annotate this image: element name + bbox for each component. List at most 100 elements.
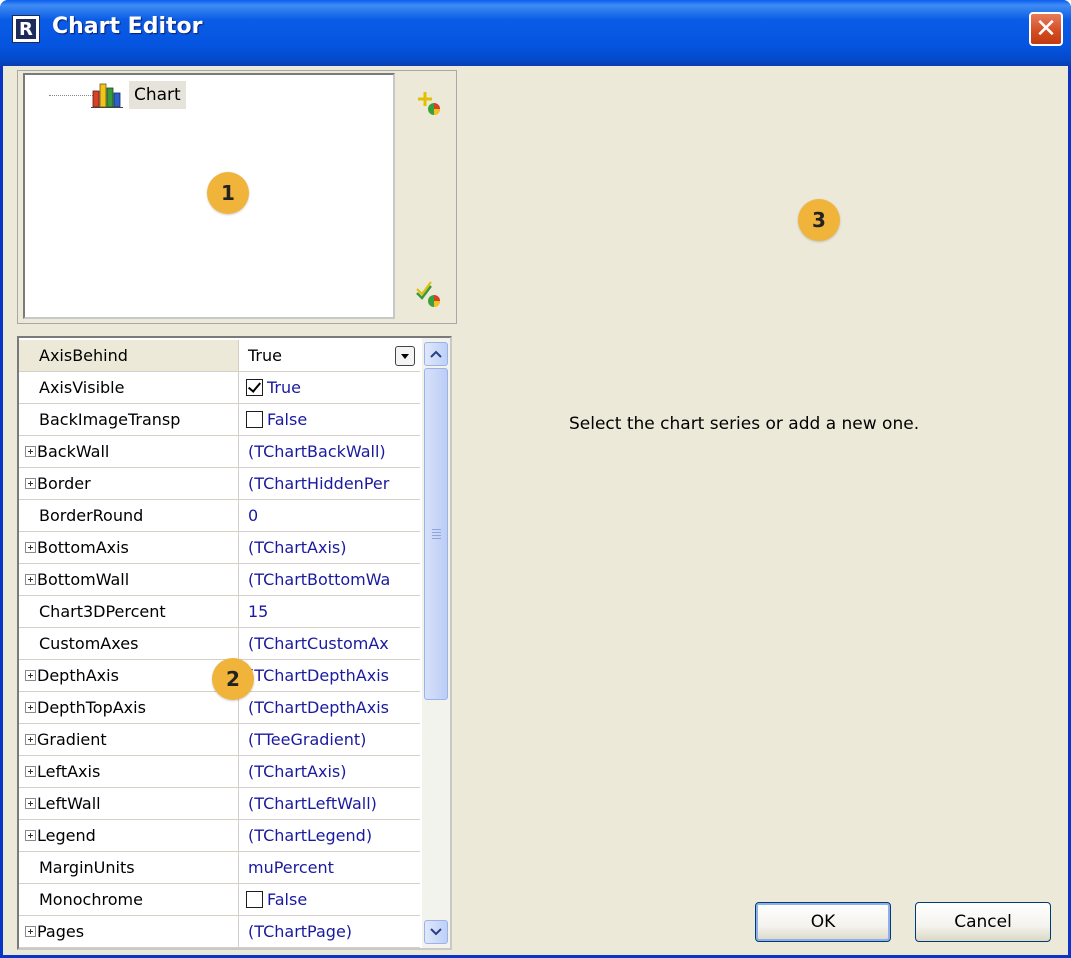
tree-node-chart[interactable]: Chart [129, 81, 186, 109]
property-row[interactable]: Monochrome False [19, 884, 420, 916]
property-value-cell[interactable]: (TChartLegend) [242, 820, 420, 851]
property-value-cell[interactable]: 15 [242, 596, 420, 627]
property-row[interactable]: Gradient (TTeeGradient) [19, 724, 420, 756]
property-value-cell[interactable]: muPercent [242, 852, 420, 883]
property-value-cell[interactable]: True [242, 340, 420, 371]
property-row[interactable]: Chart3DPercent 15 [19, 596, 420, 628]
property-name-cell[interactable]: AxisVisible [19, 372, 239, 403]
expand-plus-icon[interactable] [25, 830, 36, 841]
property-row[interactable]: MarginUnits muPercent [19, 852, 420, 884]
expand-plus-icon[interactable] [25, 542, 36, 553]
expand-plus-icon[interactable] [25, 702, 36, 713]
property-row[interactable]: Pages (TChartPage) [19, 916, 420, 948]
property-value-cell[interactable]: (TChartBottomWa [242, 564, 420, 595]
property-grid-scrollbar[interactable] [422, 338, 450, 948]
property-value-cell[interactable]: (TChartAxis) [242, 756, 420, 787]
property-value-cell[interactable]: (TChartCustomAx [242, 628, 420, 659]
scroll-thumb[interactable] [424, 368, 448, 700]
close-button[interactable]: ✕ [1029, 12, 1063, 46]
property-name-cell[interactable]: BackWall [19, 436, 239, 467]
property-grid[interactable]: AxisBehind True AxisVisible True BackImageTr… [17, 336, 452, 950]
property-value-cell[interactable]: (TChartHiddenPer [242, 468, 420, 499]
property-value-cell[interactable]: (TChartDepthAxis [242, 660, 420, 691]
property-value: (TTeeGradient) [248, 730, 367, 749]
property-name-cell[interactable]: Pages [19, 916, 239, 947]
expand-plus-icon[interactable] [25, 446, 36, 457]
property-value-cell[interactable]: 0 [242, 500, 420, 531]
property-checkbox[interactable] [246, 890, 263, 908]
property-checkbox[interactable] [246, 378, 263, 396]
property-value: (TChartPage) [248, 922, 353, 941]
property-value-cell[interactable]: (TChartBackWall) [242, 436, 420, 467]
property-row[interactable]: BackWall (TChartBackWall) [19, 436, 420, 468]
property-row[interactable]: BottomWall (TChartBottomWa [19, 564, 420, 596]
property-name: BackWall [37, 442, 110, 461]
add-series-icon[interactable] [410, 85, 446, 121]
property-row[interactable]: DepthTopAxis (TChartDepthAxis [19, 692, 420, 724]
property-value-cell[interactable]: (TTeeGradient) [242, 724, 420, 755]
property-name-cell[interactable]: CustomAxes [19, 628, 239, 659]
property-row[interactable]: CustomAxes (TChartCustomAx [19, 628, 420, 660]
property-value: False [267, 890, 308, 909]
property-value: (TChartBottomWa [248, 570, 391, 589]
property-row[interactable]: BottomAxis (TChartAxis) [19, 532, 420, 564]
property-name-cell[interactable]: Legend [19, 820, 239, 851]
property-value-cell[interactable]: (TChartDepthAxis [242, 692, 420, 723]
title-bar[interactable]: R Chart Editor ✕ [0, 0, 1071, 66]
property-name-cell[interactable]: MarginUnits [19, 852, 239, 883]
property-name: Chart3DPercent [39, 602, 166, 621]
property-row[interactable]: AxisVisible True [19, 372, 420, 404]
expand-plus-icon[interactable] [25, 734, 36, 745]
property-row[interactable]: LeftWall (TChartLeftWall) [19, 788, 420, 820]
property-name-cell[interactable]: BottomWall [19, 564, 239, 595]
dropdown-arrow-button[interactable] [395, 346, 415, 366]
property-row[interactable]: BackImageTransp False [19, 404, 420, 436]
property-value: muPercent [248, 858, 334, 877]
property-row[interactable]: AxisBehind True [19, 340, 420, 372]
property-row[interactable]: BorderRound 0 [19, 500, 420, 532]
property-name: AxisBehind [39, 346, 128, 365]
property-name-cell[interactable]: Gradient [19, 724, 239, 755]
property-name-cell[interactable]: DepthAxis [19, 660, 239, 691]
property-value-cell[interactable]: (TChartPage) [242, 916, 420, 947]
property-name-cell[interactable]: BorderRound [19, 500, 239, 531]
property-value: (TChartAxis) [248, 538, 347, 557]
property-name-cell[interactable]: Border [19, 468, 239, 499]
property-name-cell[interactable]: LeftAxis [19, 756, 239, 787]
property-value: (TChartDepthAxis [248, 666, 389, 685]
property-value: True [248, 346, 282, 365]
property-name: DepthTopAxis [37, 698, 146, 717]
property-checkbox[interactable] [246, 410, 263, 428]
property-value-cell[interactable]: (TChartLeftWall) [242, 788, 420, 819]
property-name-cell[interactable]: Monochrome [19, 884, 239, 915]
edit-series-icon[interactable] [410, 277, 446, 313]
ok-button[interactable]: OK [755, 902, 891, 942]
property-value: (TChartBackWall) [248, 442, 386, 461]
property-value-cell[interactable]: (TChartAxis) [242, 532, 420, 563]
property-row[interactable]: Border (TChartHiddenPer [19, 468, 420, 500]
property-value-cell[interactable]: False [242, 404, 420, 435]
property-value: (TChartDepthAxis [248, 698, 389, 717]
cancel-button[interactable]: Cancel [915, 902, 1051, 942]
property-name-cell[interactable]: AxisBehind [19, 340, 239, 371]
expand-plus-icon[interactable] [25, 766, 36, 777]
property-row[interactable]: Legend (TChartLegend) [19, 820, 420, 852]
expand-plus-icon[interactable] [25, 926, 36, 937]
property-name-cell[interactable]: BottomAxis [19, 532, 239, 563]
property-row[interactable]: LeftAxis (TChartAxis) [19, 756, 420, 788]
expand-plus-icon[interactable] [25, 798, 36, 809]
property-name-cell[interactable]: Chart3DPercent [19, 596, 239, 627]
property-name: Monochrome [39, 890, 143, 909]
property-value-cell[interactable]: True [242, 372, 420, 403]
property-name: Border [37, 474, 91, 493]
property-name-cell[interactable]: BackImageTransp [19, 404, 239, 435]
scroll-down-button[interactable] [424, 920, 448, 944]
property-value-cell[interactable]: False [242, 884, 420, 915]
property-name: MarginUnits [39, 858, 135, 877]
expand-plus-icon[interactable] [25, 478, 36, 489]
property-name-cell[interactable]: DepthTopAxis [19, 692, 239, 723]
expand-plus-icon[interactable] [25, 670, 36, 681]
scroll-up-button[interactable] [424, 342, 448, 366]
property-name-cell[interactable]: LeftWall [19, 788, 239, 819]
expand-plus-icon[interactable] [25, 574, 36, 585]
